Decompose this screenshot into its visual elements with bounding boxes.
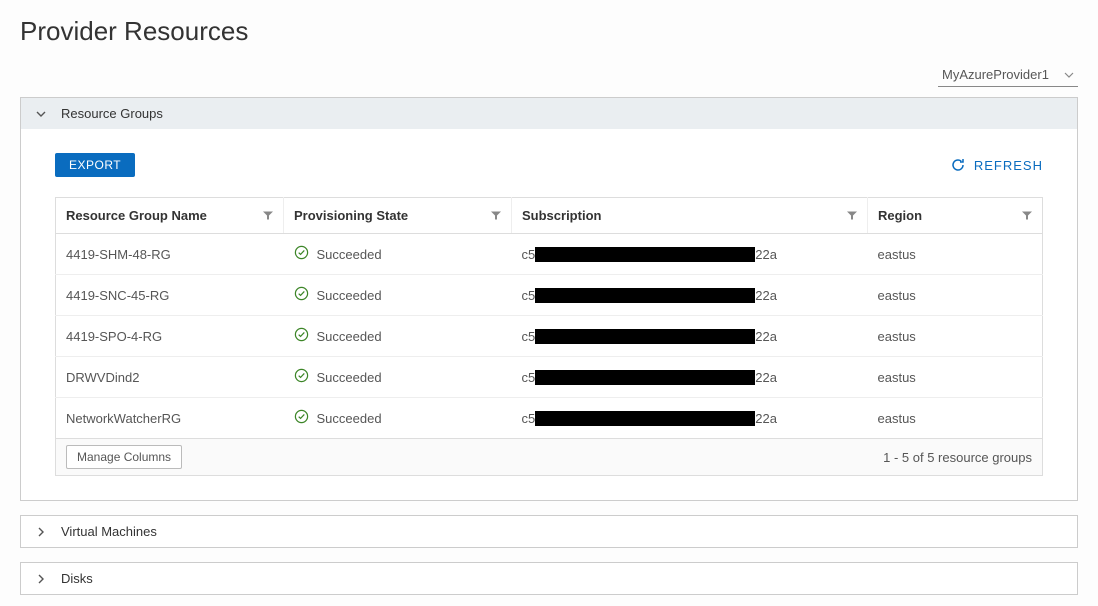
cell-state: Succeeded [284, 316, 512, 357]
col-header-subscription-label: Subscription [522, 208, 601, 223]
resource-groups-table: Resource Group Name Provisioning State [55, 197, 1043, 439]
cell-name: 4419-SHM-48-RG [56, 234, 284, 275]
panel-resource-groups: Resource Groups EXPORT REFRESH [20, 97, 1078, 501]
success-icon [294, 409, 317, 427]
subscription-prefix: c5 [522, 288, 536, 303]
panel-title: Virtual Machines [61, 524, 157, 539]
state-text: Succeeded [317, 288, 382, 303]
cell-name: 4419-SNC-45-RG [56, 275, 284, 316]
col-header-state-label: Provisioning State [294, 208, 408, 223]
table-footer: Manage Columns 1 - 5 of 5 resource group… [55, 439, 1043, 476]
cell-state: Succeeded [284, 275, 512, 316]
state-text: Succeeded [317, 247, 382, 262]
cell-region: eastus [868, 398, 1043, 439]
filter-icon[interactable] [1022, 208, 1032, 223]
provider-select-value: MyAzureProvider1 [942, 67, 1058, 82]
table-row[interactable]: 4419-SPO-4-RG Succeeded c5 22a eastus [56, 316, 1043, 357]
col-header-subscription[interactable]: Subscription [512, 198, 868, 234]
subscription-suffix: 22a [755, 370, 777, 385]
filter-icon[interactable] [847, 208, 857, 223]
cell-region: eastus [868, 316, 1043, 357]
cell-name: DRWVDind2 [56, 357, 284, 398]
table-row[interactable]: 4419-SNC-45-RG Succeeded c5 22a eastus [56, 275, 1043, 316]
chevron-down-icon [1064, 70, 1074, 80]
filter-icon[interactable] [491, 208, 501, 223]
redacted-block [535, 370, 755, 385]
subscription-suffix: 22a [755, 411, 777, 426]
filter-icon[interactable] [263, 208, 273, 223]
page-title: Provider Resources [20, 16, 1078, 47]
col-header-state[interactable]: Provisioning State [284, 198, 512, 234]
subscription-suffix: 22a [755, 329, 777, 344]
cell-subscription: c5 22a [512, 275, 868, 316]
col-header-name[interactable]: Resource Group Name [56, 198, 284, 234]
refresh-label: REFRESH [974, 158, 1043, 173]
cell-region: eastus [868, 275, 1043, 316]
subscription-prefix: c5 [522, 411, 536, 426]
col-header-region-label: Region [878, 208, 922, 223]
panel-title: Resource Groups [61, 106, 163, 121]
subscription-prefix: c5 [522, 370, 536, 385]
manage-columns-button[interactable]: Manage Columns [66, 445, 182, 469]
cell-subscription: c5 22a [512, 234, 868, 275]
row-count-text: 1 - 5 of 5 resource groups [883, 450, 1032, 465]
panel-disks: Disks [20, 562, 1078, 595]
export-button[interactable]: EXPORT [55, 153, 135, 177]
panel-virtual-machines: Virtual Machines [20, 515, 1078, 548]
panel-header-disks[interactable]: Disks [21, 563, 1077, 594]
state-text: Succeeded [317, 329, 382, 344]
success-icon [294, 368, 317, 386]
chevron-right-icon [35, 526, 47, 538]
subscription-prefix: c5 [522, 247, 536, 262]
cell-region: eastus [868, 234, 1043, 275]
redacted-block [535, 329, 755, 344]
success-icon [294, 327, 317, 345]
subscription-prefix: c5 [522, 329, 536, 344]
panel-header-resource-groups[interactable]: Resource Groups [21, 98, 1077, 129]
col-header-region[interactable]: Region [868, 198, 1043, 234]
redacted-block [535, 247, 755, 262]
panel-title: Disks [61, 571, 93, 586]
chevron-down-icon [35, 108, 47, 120]
state-text: Succeeded [317, 411, 382, 426]
panel-header-virtual-machines[interactable]: Virtual Machines [21, 516, 1077, 547]
cell-state: Succeeded [284, 234, 512, 275]
success-icon [294, 286, 317, 304]
table-row[interactable]: 4419-SHM-48-RG Succeeded c5 22a eastus [56, 234, 1043, 275]
cell-subscription: c5 22a [512, 398, 868, 439]
redacted-block [535, 411, 755, 426]
refresh-button[interactable]: REFRESH [950, 157, 1043, 173]
refresh-icon [950, 157, 966, 173]
subscription-suffix: 22a [755, 288, 777, 303]
col-header-name-label: Resource Group Name [66, 208, 207, 223]
cell-state: Succeeded [284, 398, 512, 439]
cell-name: NetworkWatcherRG [56, 398, 284, 439]
cell-subscription: c5 22a [512, 357, 868, 398]
chevron-right-icon [35, 573, 47, 585]
cell-subscription: c5 22a [512, 316, 868, 357]
provider-select[interactable]: MyAzureProvider1 [938, 65, 1078, 87]
cell-name: 4419-SPO-4-RG [56, 316, 284, 357]
state-text: Succeeded [317, 370, 382, 385]
cell-region: eastus [868, 357, 1043, 398]
table-row[interactable]: NetworkWatcherRG Succeeded c5 22a eastus [56, 398, 1043, 439]
redacted-block [535, 288, 755, 303]
table-row[interactable]: DRWVDind2 Succeeded c5 22a eastus [56, 357, 1043, 398]
subscription-suffix: 22a [755, 247, 777, 262]
cell-state: Succeeded [284, 357, 512, 398]
success-icon [294, 245, 317, 263]
